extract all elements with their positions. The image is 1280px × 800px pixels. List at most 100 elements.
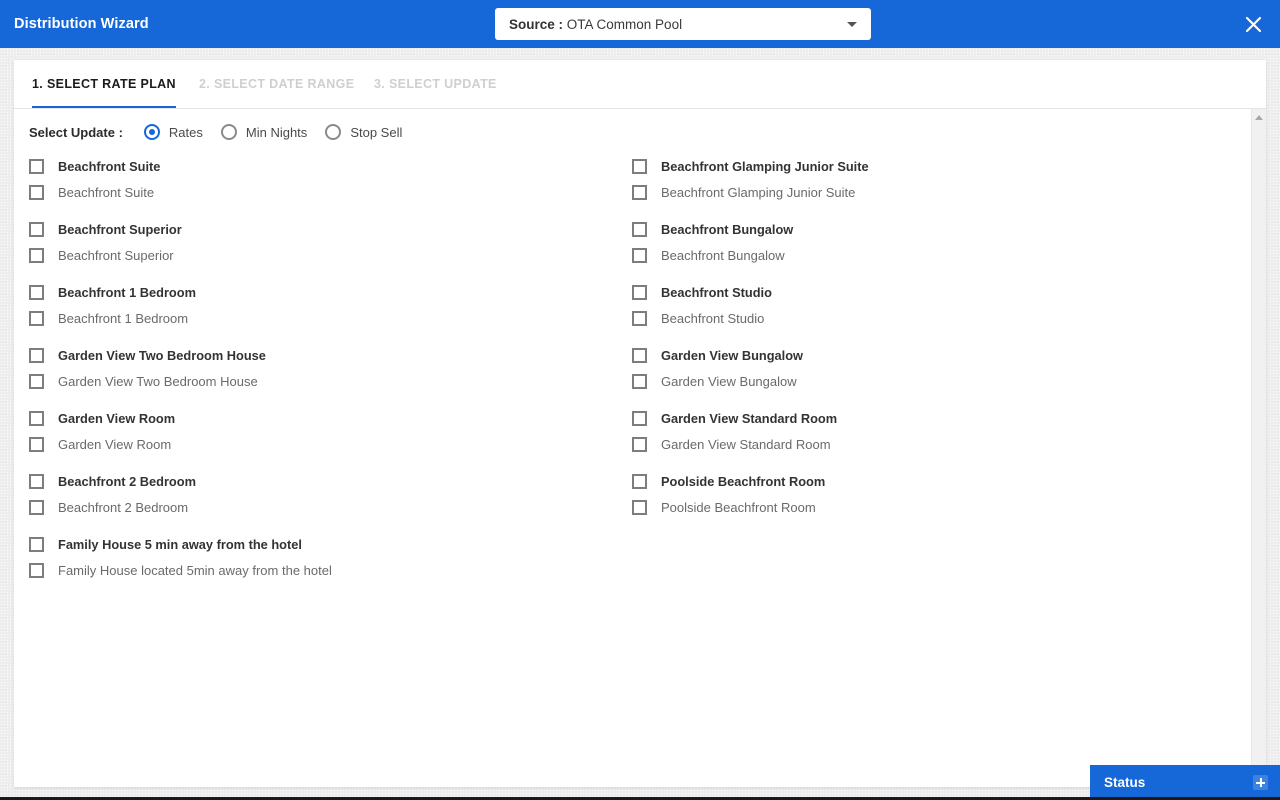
rate-plan-checkbox[interactable] [632,499,647,515]
select-update-row: Select Update : Rates Min Nights Stop Se… [29,119,420,145]
plus-icon[interactable] [1253,775,1268,790]
rate-plan-checkbox[interactable] [632,184,647,200]
rate-plan-checkbox-row[interactable]: Beachfront Studio [632,305,1232,331]
rate-plan-group: Garden View Standard Room Garden View St… [632,405,1232,457]
chevron-down-icon [847,21,857,27]
tab-select-date-range[interactable]: 2. SELECT DATE RANGE [199,60,354,108]
rate-plan-group: Beachfront Superior Beachfront Superior [29,216,619,268]
room-type-label: Garden View Bungalow [661,347,803,363]
room-type-checkbox-row[interactable]: Beachfront 1 Bedroom [29,279,619,305]
room-type-checkbox[interactable] [29,284,44,300]
room-type-checkbox-row[interactable]: Beachfront Bungalow [632,216,1232,242]
rate-plan-checkbox[interactable] [632,247,647,263]
rate-plan-checkbox-row[interactable]: Beachfront Suite [29,179,619,205]
room-type-checkbox[interactable] [632,473,647,489]
rate-plan-label: Family House located 5min away from the … [58,562,332,578]
room-type-checkbox-row[interactable]: Garden View Two Bedroom House [29,342,619,368]
tab-select-update[interactable]: 3. SELECT UPDATE [374,60,497,108]
radio-rates-icon[interactable] [143,124,160,140]
rate-plan-checkbox-row[interactable]: Garden View Room [29,431,619,457]
rate-plan-group: Garden View Bungalow Garden View Bungalo… [632,342,1232,394]
radio-stop-sell-label: Stop Sell [350,124,403,140]
rate-plan-checkbox-row[interactable]: Garden View Standard Room [632,431,1232,457]
radio-min-nights-icon[interactable] [220,124,237,140]
rate-plan-checkbox-row[interactable]: Family House located 5min away from the … [29,557,619,583]
rate-plan-label: Beachfront Suite [58,184,155,200]
radio-stop-sell-icon[interactable] [325,124,342,140]
rate-plan-checkbox-row[interactable]: Beachfront Bungalow [632,242,1232,268]
room-type-checkbox[interactable] [632,284,647,300]
rate-plan-checkbox-row[interactable]: Beachfront 1 Bedroom [29,305,619,331]
rate-plan-checkbox-row[interactable]: Beachfront 2 Bedroom [29,494,619,520]
rate-plan-checkbox-row[interactable]: Beachfront Glamping Junior Suite [632,179,1232,205]
vertical-scrollbar[interactable] [1251,109,1266,787]
room-type-checkbox[interactable] [632,410,647,426]
room-type-checkbox[interactable] [29,158,44,174]
rate-plan-column-right: Beachfront Glamping Junior Suite Beachfr… [632,153,1232,531]
rate-plan-checkbox[interactable] [29,247,44,263]
radio-option-rates[interactable]: Rates [143,124,203,140]
room-type-checkbox-row[interactable]: Beachfront Suite [29,153,619,179]
room-type-checkbox-row[interactable]: Poolside Beachfront Room [632,468,1232,494]
rate-plan-checkbox[interactable] [29,184,44,200]
rate-plan-group: Garden View Two Bedroom House Garden Vie… [29,342,619,394]
room-type-label: Beachfront Superior [58,221,182,237]
room-type-checkbox-row[interactable]: Garden View Standard Room [632,405,1232,431]
room-type-checkbox[interactable] [632,221,647,237]
rate-plan-checkbox[interactable] [632,373,647,389]
rate-plan-checkbox[interactable] [632,436,647,452]
room-type-label: Beachfront Glamping Junior Suite [661,158,869,174]
room-type-checkbox[interactable] [632,347,647,363]
rate-plan-label: Beachfront Bungalow [661,247,785,263]
room-type-checkbox-row[interactable]: Garden View Room [29,405,619,431]
source-dropdown-selection: OTA Common Pool [566,16,683,32]
status-bar[interactable]: Status [1090,765,1280,800]
room-type-checkbox[interactable] [29,410,44,426]
app-title: Distribution Wizard [14,16,149,32]
rate-plan-group: Poolside Beachfront Room Poolside Beachf… [632,468,1232,520]
room-type-checkbox[interactable] [29,536,44,552]
room-type-checkbox-row[interactable]: Beachfront Glamping Junior Suite [632,153,1232,179]
room-type-checkbox-row[interactable]: Garden View Bungalow [632,342,1232,368]
room-type-checkbox-row[interactable]: Family House 5 min away from the hotel [29,531,619,557]
rate-plan-group: Beachfront 2 Bedroom Beachfront 2 Bedroo… [29,468,619,520]
room-type-label: Garden View Standard Room [661,410,838,426]
room-type-checkbox-row[interactable]: Beachfront 2 Bedroom [29,468,619,494]
rate-plan-checkbox[interactable] [29,499,44,515]
room-type-checkbox-row[interactable]: Beachfront Studio [632,279,1232,305]
rate-plan-checkbox[interactable] [29,436,44,452]
rate-plan-checkbox-row[interactable]: Poolside Beachfront Room [632,494,1232,520]
room-type-checkbox[interactable] [29,347,44,363]
wizard-tabs: 1. SELECT RATE PLAN 2. SELECT DATE RANGE… [14,60,1266,109]
room-type-checkbox-row[interactable]: Beachfront Superior [29,216,619,242]
select-update-label: Select Update : [29,124,123,140]
source-dropdown[interactable]: Source : OTA Common Pool [495,8,871,40]
rate-plan-label: Garden View Two Bedroom House [58,373,258,389]
source-dropdown-value: Source : OTA Common Pool [509,17,682,32]
room-type-checkbox[interactable] [29,221,44,237]
rate-plan-label: Beachfront Studio [661,310,765,326]
tab-select-rate-plan[interactable]: 1. SELECT RATE PLAN [32,60,176,108]
room-type-label: Family House 5 min away from the hotel [58,536,302,552]
room-type-label: Beachfront Bungalow [661,221,794,237]
room-type-label: Poolside Beachfront Room [661,473,826,489]
rate-plan-checkbox-row[interactable]: Beachfront Superior [29,242,619,268]
rate-plan-label: Beachfront Glamping Junior Suite [661,184,856,200]
room-type-checkbox[interactable] [29,473,44,489]
close-button[interactable] [1240,11,1266,37]
rate-plan-group: Beachfront Studio Beachfront Studio [632,279,1232,331]
rate-plan-checkbox[interactable] [632,310,647,326]
scroll-up-arrow-icon[interactable] [1255,115,1263,120]
source-dropdown-label: Source : [509,16,564,32]
rate-plan-checkbox-row[interactable]: Garden View Bungalow [632,368,1232,394]
rate-plan-group: Beachfront Bungalow Beachfront Bungalow [632,216,1232,268]
rate-plan-checkbox[interactable] [29,310,44,326]
rate-plan-checkbox-row[interactable]: Garden View Two Bedroom House [29,368,619,394]
rate-plan-label: Garden View Standard Room [661,436,831,452]
rate-plan-checkbox[interactable] [29,562,44,578]
room-type-label: Garden View Two Bedroom House [58,347,266,363]
room-type-checkbox[interactable] [632,158,647,174]
radio-option-min-nights[interactable]: Min Nights [220,124,307,140]
rate-plan-checkbox[interactable] [29,373,44,389]
radio-option-stop-sell[interactable]: Stop Sell [325,124,402,140]
